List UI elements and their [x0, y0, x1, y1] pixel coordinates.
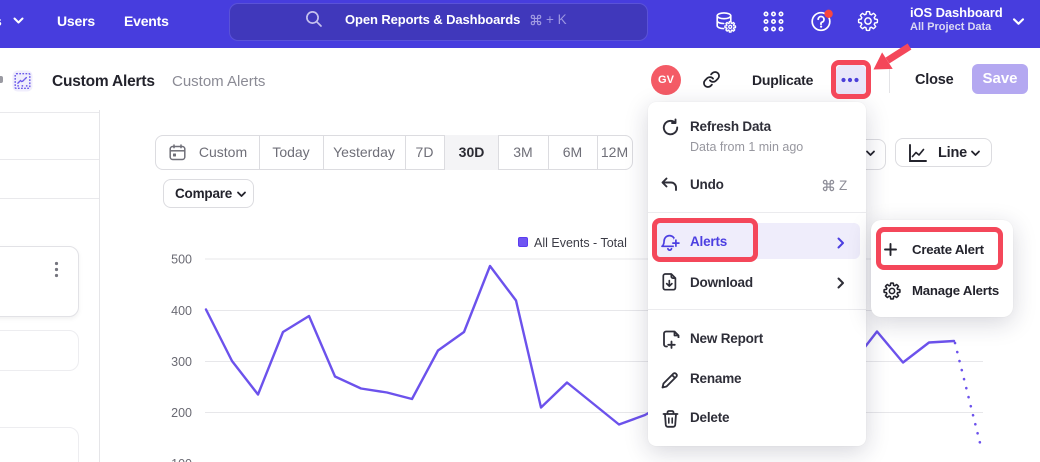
svg-text:300: 300	[171, 355, 192, 369]
svg-text:200: 200	[171, 406, 192, 420]
svg-text:100: 100	[171, 457, 192, 462]
svg-text:500: 500	[171, 253, 192, 267]
svg-text:400: 400	[171, 304, 192, 318]
